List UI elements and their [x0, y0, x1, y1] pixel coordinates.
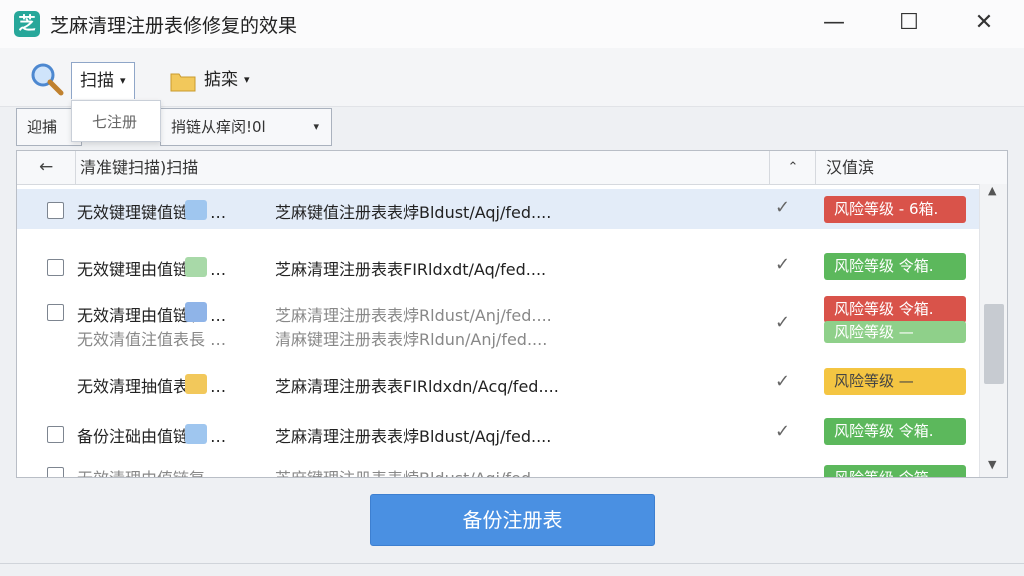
table-row[interactable]: 备份注础由值链表 … 芝麻清理注册表表㶿Bldust/Aqj/fed.... ✓…	[17, 413, 979, 453]
sort-up-icon[interactable]: ⌃	[769, 151, 816, 184]
risk-badge: 风险等级 令箱.	[824, 253, 966, 280]
table-row[interactable]: 无效键理键值链表 … 芝麻键值注册表表㶿Bldust/Aqj/fed.... ✓…	[17, 189, 979, 229]
table-row[interactable]: 无效清理由值链复 芝麻键理注册表表㶿Bldust/Aqj/fed.... 风险等…	[17, 463, 979, 477]
subtab-filter-label: 捎链从痒闵!0l	[171, 118, 266, 136]
subtab-filter[interactable]: 捎链从痒闵!0l ▾	[160, 108, 332, 146]
checkmark-icon: ✓	[775, 197, 791, 218]
table-row[interactable]: 无效键理由值链表 … 芝麻清理注册表表FIRldxdt/Aq/fed.... ✓…	[17, 246, 979, 286]
row-checkbox[interactable]	[47, 202, 64, 219]
back-arrow-icon[interactable]: ←	[39, 157, 53, 177]
search-icon[interactable]	[30, 62, 64, 96]
scroll-up-icon[interactable]: ▲	[988, 184, 996, 197]
row-path-secondary: 清麻键理注册表表㶿Rldun/Anj/fed....	[275, 330, 548, 349]
results-table: ← 清准键扫描)扫描 ⌃ 汉值滨 无效键理键值链表 … 芝麻键值注册表表㶿Bld…	[16, 150, 1008, 478]
registry-icon	[185, 257, 207, 277]
scan-tab[interactable]: 扫描 ▾	[71, 62, 135, 99]
checkmark-icon: ✓	[775, 312, 791, 333]
row-name-secondary: 无效清值注值表長 …	[77, 330, 227, 349]
row-checkbox[interactable]	[47, 467, 64, 477]
risk-badge: 风险等级 令箱.	[824, 418, 966, 445]
maximize-button[interactable]: ☐	[885, 6, 933, 40]
window-title: 芝麻清理注册表修修复的效果	[50, 15, 298, 37]
row-checkbox[interactable]	[47, 426, 64, 443]
registry-icon	[185, 424, 207, 444]
table-row[interactable]: 无效清理由值链表 … 无效清值注值表長 … 芝麻清理注册表表㶿Rldust/An…	[17, 296, 979, 352]
registry-icon	[185, 374, 207, 394]
toolbar: 扫描 ▾ 掂栾 ▾	[0, 48, 1024, 107]
risk-badge: 风险等级 —	[824, 368, 966, 395]
scan-dropdown-menu: 七注册	[71, 100, 161, 142]
table-row[interactable]: 无效清理抽值表长 … 芝麻清理注册表表FIRldxdn/Acq/fed.... …	[17, 363, 979, 403]
row-path: 芝麻清理注册表表FIRldxdn/Acq/fed....	[275, 377, 559, 396]
risk-badge: 风险等级 - 6箱.	[824, 196, 966, 223]
row-path: 芝麻清理注册表表FIRldxdt/Aq/fed....	[275, 260, 547, 279]
row-path: 芝麻清理注册表表㶿Rldust/Anj/fed....	[275, 306, 552, 325]
chevron-down-icon: ▾	[244, 73, 250, 86]
menu-item-registry[interactable]: 七注册	[92, 111, 137, 132]
risk-badge: 风险等级 令箱.	[824, 296, 966, 323]
chevron-down-icon: ▾	[313, 120, 319, 133]
close-button[interactable]: ✕	[960, 6, 1008, 40]
registry-icon	[185, 200, 207, 220]
chevron-down-icon: ▾	[120, 74, 126, 87]
row-path: 芝麻清理注册表表㶿Bldust/Aqj/fed....	[275, 427, 552, 446]
checkmark-icon: ✓	[775, 254, 791, 275]
row-checkbox[interactable]	[47, 304, 64, 321]
folder-icon	[170, 73, 196, 92]
minimize-button[interactable]: —	[810, 6, 858, 40]
clean-tab-label: 掂栾	[204, 70, 238, 90]
title-bar: 芝 芝麻清理注册表修修复的效果 — ☐ ✕	[0, 0, 1024, 48]
checkmark-icon: ✓	[775, 421, 791, 442]
scan-tab-label: 扫描	[80, 71, 114, 91]
row-path: 芝麻键值注册表表㶿Bldust/Aqj/fed....	[275, 203, 552, 222]
scroll-down-icon[interactable]: ▼	[988, 458, 996, 471]
vertical-scrollbar[interactable]: ▲ ▼	[979, 184, 1007, 477]
row-name: 无效清理由值链复	[77, 465, 205, 477]
checkmark-icon: ✓	[775, 371, 791, 392]
risk-badge-secondary: 风险等级 —	[824, 321, 966, 343]
clean-tab[interactable]: 掂栾 ▾	[196, 62, 258, 98]
risk-badge: 风险等级 令箱.	[824, 465, 966, 477]
registry-icon	[185, 302, 207, 322]
table-header: ← 清准键扫描)扫描 ⌃ 汉值滨	[17, 151, 1007, 185]
column-header-name[interactable]: 清准键扫描)扫描	[75, 151, 770, 184]
divider	[0, 563, 1024, 564]
backup-registry-button[interactable]: 备份注册表	[370, 494, 655, 546]
row-path: 芝麻键理注册表表㶿Bldust/Aqj/fed....	[275, 465, 551, 477]
scrollbar-thumb[interactable]	[984, 304, 1004, 384]
row-checkbox[interactable]	[47, 259, 64, 276]
column-header-risk[interactable]: 汉值滨	[815, 151, 976, 184]
app-logo-icon: 芝	[14, 11, 40, 37]
